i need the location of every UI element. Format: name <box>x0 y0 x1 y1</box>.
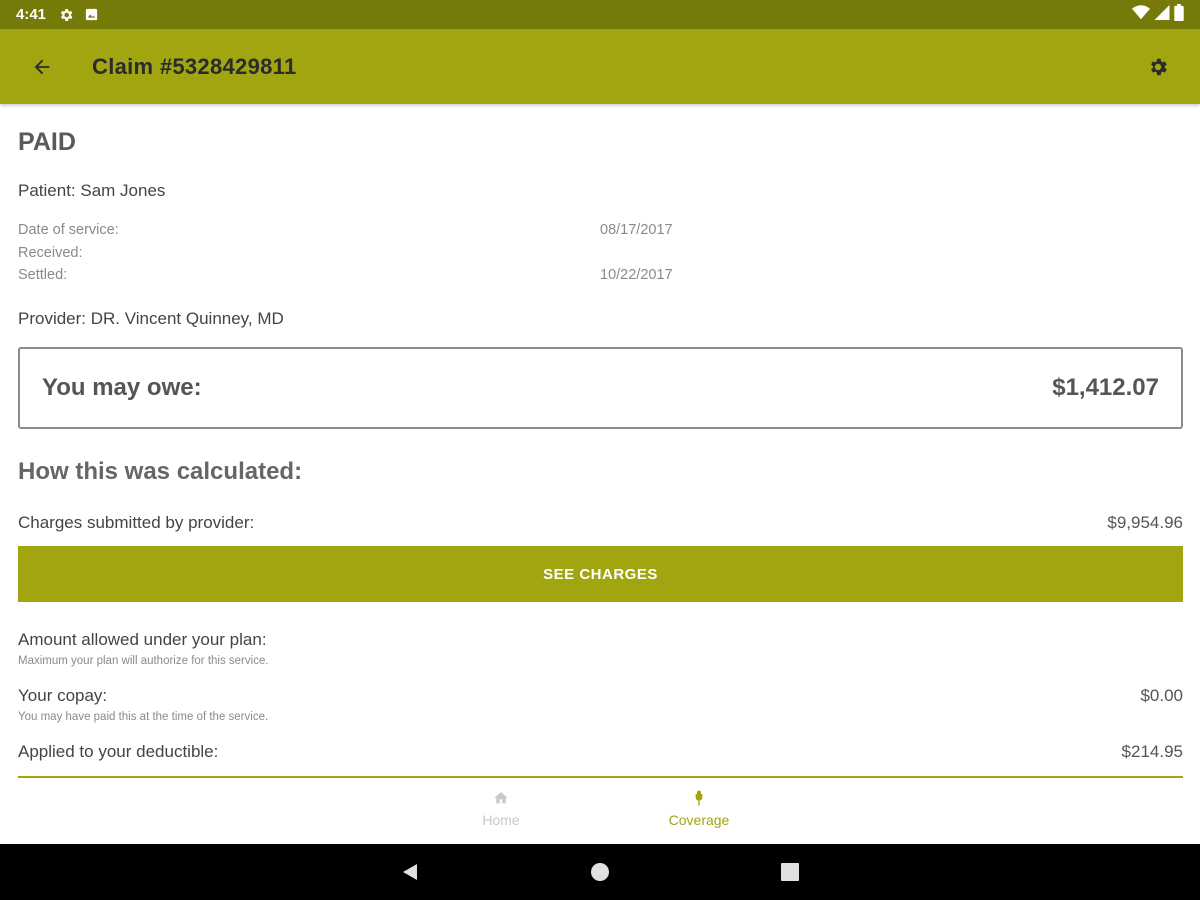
charges-row: Charges submitted by provider: $9,954.96 <box>18 513 1183 533</box>
owe-amount: $1,412.07 <box>1052 374 1159 401</box>
settled-row: Settled: 10/22/2017 <box>18 267 718 290</box>
image-status-icon <box>84 7 99 22</box>
system-back-button[interactable] <box>398 860 422 884</box>
coverage-icon <box>695 790 703 806</box>
triangle-back-icon <box>403 864 417 880</box>
deductible-amount: $214.95 <box>1121 742 1183 761</box>
wifi-icon <box>1132 4 1150 25</box>
system-navigation-bar <box>0 844 1200 900</box>
status-bar: 4:41 <box>0 0 1200 29</box>
charges-label: Charges submitted by provider: <box>18 513 255 532</box>
claim-dates: Date of service: 08/17/2017 Received: Se… <box>18 222 718 290</box>
copay-note: You may have paid this at the time of th… <box>18 711 269 723</box>
charges-amount: $9,954.96 <box>1107 513 1183 532</box>
amount-owed-card: You may owe: $1,412.07 <box>18 347 1183 429</box>
signal-icon <box>1154 4 1170 25</box>
settings-status-icon <box>58 7 74 23</box>
date-value: 10/22/2017 <box>600 267 673 283</box>
circle-home-icon <box>591 863 609 881</box>
date-of-service-row: Date of service: 08/17/2017 <box>18 222 718 245</box>
app-bar: Claim #5328429811 <box>0 29 1200 104</box>
nav-home-label: Home <box>482 812 520 828</box>
nav-coverage[interactable]: Coverage <box>639 790 759 828</box>
arrow-back-icon <box>34 59 50 74</box>
deductible-label: Applied to your deductible: <box>18 742 219 761</box>
bottom-navigation: Home Coverage <box>0 778 1200 844</box>
copay-label: Your copay: <box>18 686 108 705</box>
claim-status: PAID <box>18 128 76 156</box>
copay-amount: $0.00 <box>1140 686 1183 705</box>
home-icon <box>494 792 508 804</box>
copay-row: Your copay: $0.00 <box>18 686 1183 706</box>
allowed-row: Amount allowed under your plan: <box>18 630 1183 650</box>
battery-icon <box>1174 3 1184 26</box>
system-recents-button[interactable] <box>778 860 802 884</box>
status-right-group <box>1132 3 1184 26</box>
owe-label: You may owe: <box>42 374 202 401</box>
system-home-button[interactable] <box>588 860 612 884</box>
gear-icon <box>1151 58 1167 75</box>
patient-name: Patient: Sam Jones <box>18 181 166 200</box>
page-title: Claim #5328429811 <box>92 53 297 79</box>
allowed-note: Maximum your plan will authorize for thi… <box>18 655 269 667</box>
date-label: Settled: <box>18 267 68 283</box>
date-value: 08/17/2017 <box>600 222 673 238</box>
nav-home[interactable]: Home <box>441 790 561 828</box>
status-time: 4:41 <box>16 6 47 23</box>
allowed-label: Amount allowed under your plan: <box>18 630 267 649</box>
date-label: Date of service: <box>18 222 119 238</box>
back-button[interactable] <box>22 47 62 87</box>
date-label: Received: <box>18 244 83 261</box>
nav-coverage-label: Coverage <box>668 812 730 828</box>
provider-name: Provider: DR. Vincent Quinney, MD <box>18 309 284 328</box>
settings-button[interactable] <box>1138 47 1178 87</box>
calculation-heading: How this was calculated: <box>18 458 303 485</box>
square-recents-icon <box>781 863 799 881</box>
deductible-row: Applied to your deductible: $214.95 <box>18 742 1183 762</box>
see-charges-button[interactable]: SEE CHARGES <box>18 546 1183 602</box>
received-row: Received: <box>18 245 718 268</box>
